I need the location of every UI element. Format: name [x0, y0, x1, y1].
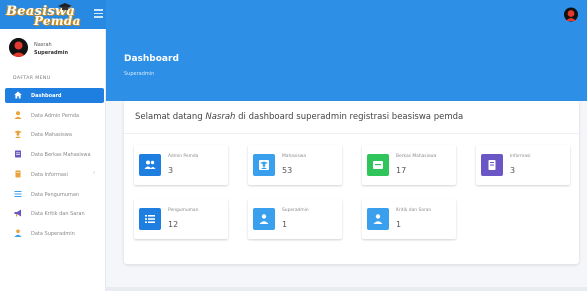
stat-icon-box [481, 154, 503, 176]
stat-icon-box [139, 208, 161, 230]
stat-label: Berkas Mahasiswa [396, 154, 437, 159]
stat-value: 1 [396, 220, 402, 229]
user-panel: Nasrah Superadmin [9, 38, 104, 62]
book-icon [488, 160, 496, 170]
sidebar-item-mahasiswa[interactable]: Data Mahasiswa [5, 127, 104, 142]
sidebar-item-pengumuman[interactable]: Data Pengumuman [5, 187, 104, 202]
stat-value: 3 [510, 166, 516, 175]
stat-value: 53 [282, 166, 293, 175]
sidebar: Nasrah Superadmin DAFTAR MENU Dashboard … [0, 29, 106, 291]
home-icon [14, 91, 22, 99]
stat-value: 17 [396, 166, 407, 175]
stat-icon-box [253, 154, 275, 176]
sidebar-item-label: Dashboard [31, 92, 62, 99]
stat-label: Admin Pemda [168, 154, 199, 159]
stat-icon-box [139, 154, 161, 176]
page-subtitle: Superadmin [124, 71, 155, 77]
welcome-before: Selamat datang [135, 112, 206, 122]
file-icon [15, 150, 21, 158]
stat-icon-box [367, 208, 389, 230]
stat-label: Mahasiswa [282, 154, 307, 159]
menu-header: DAFTAR MENU [13, 76, 51, 81]
welcome-message: Selamat datang Nasrah di dashboard super… [135, 112, 463, 122]
stat-informasi[interactable]: Informasi 3 [476, 145, 570, 185]
stat-value: 12 [168, 220, 179, 229]
divider [124, 133, 579, 134]
sidebar-item-label: Data Mahasiswa [31, 131, 72, 138]
user-icon [14, 111, 22, 119]
admin-icon [373, 214, 383, 224]
graduation-cap-icon [58, 3, 72, 10]
stat-value: 1 [282, 220, 288, 229]
sidebar-item-berkas[interactable]: Data Berkas Mahasiswa [5, 147, 104, 162]
book-icon [15, 170, 21, 178]
stat-label: Superadmin [282, 208, 309, 213]
sidebar-item-informasi[interactable]: Data Informasi ‹ [5, 167, 104, 182]
stat-kritik-saran[interactable]: Kritik dan Saran 1 [362, 199, 456, 239]
stat-berkas-mahasiswa[interactable]: Berkas Mahasiswa 17 [362, 145, 456, 185]
list-icon [14, 191, 22, 197]
stat-label: Pengumuman [168, 208, 199, 213]
sidebar-item-kritik-saran[interactable]: Data Kritik dan Saran [5, 206, 104, 221]
sidebar-item-superadmin[interactable]: Data Superadmin [5, 226, 104, 241]
admin-icon [259, 214, 269, 224]
stat-icon-box [253, 208, 275, 230]
avatar [9, 38, 28, 57]
user-role: Superadmin [34, 50, 69, 56]
stat-superadmin[interactable]: Superadmin 1 [248, 199, 342, 239]
sidebar-item-admin-pemda[interactable]: Data Admin Pemda [5, 108, 104, 123]
app-logo[interactable]: Beasiswa Pemda [0, 0, 106, 29]
megaphone-icon [14, 209, 21, 217]
sidebar-item-label: Data Admin Pemda [31, 112, 80, 119]
hamburger-menu-icon[interactable] [94, 9, 103, 18]
stat-mahasiswa[interactable]: Mahasiswa 53 [248, 145, 342, 185]
sidebar-item-label: Data Superadmin [31, 230, 75, 237]
stat-icon-box [367, 154, 389, 176]
sidebar-item-label: Data Pengumuman [31, 191, 80, 198]
sidebar-item-label: Data Informasi [31, 171, 68, 178]
chevron-left-icon[interactable]: ‹ [93, 170, 95, 176]
stat-label: Kritik dan Saran [396, 208, 432, 213]
stat-value: 3 [168, 166, 174, 175]
graduate-icon [14, 130, 22, 138]
admin-icon [14, 229, 22, 237]
users-icon [144, 160, 156, 169]
sidebar-item-dashboard[interactable]: Dashboard [5, 88, 104, 103]
page-header: Dashboard Superadmin [106, 29, 587, 101]
stat-admin-pemda[interactable]: Admin Pemda 3 [134, 145, 228, 185]
stat-label: Informasi [510, 154, 531, 159]
list-icon [145, 215, 155, 223]
stat-pengumuman[interactable]: Pengumuman 12 [134, 199, 228, 239]
footer-bar [106, 287, 587, 291]
welcome-after: di dashboard superadmin registrasi beasi… [235, 112, 464, 122]
user-avatar-icon[interactable] [564, 7, 578, 22]
welcome-name: Nasrah [205, 112, 236, 122]
top-navbar: Beasiswa Pemda [0, 0, 587, 29]
sidebar-item-label: Data Kritik dan Saran [31, 210, 85, 217]
sidebar-item-label: Data Berkas Mahasiswa [31, 151, 91, 158]
page-title: Dashboard [124, 54, 179, 64]
user-name: Nasrah [34, 42, 52, 48]
graduate-icon [259, 160, 269, 170]
logo-line2: Pemda [34, 14, 81, 28]
folder-icon [373, 161, 383, 169]
